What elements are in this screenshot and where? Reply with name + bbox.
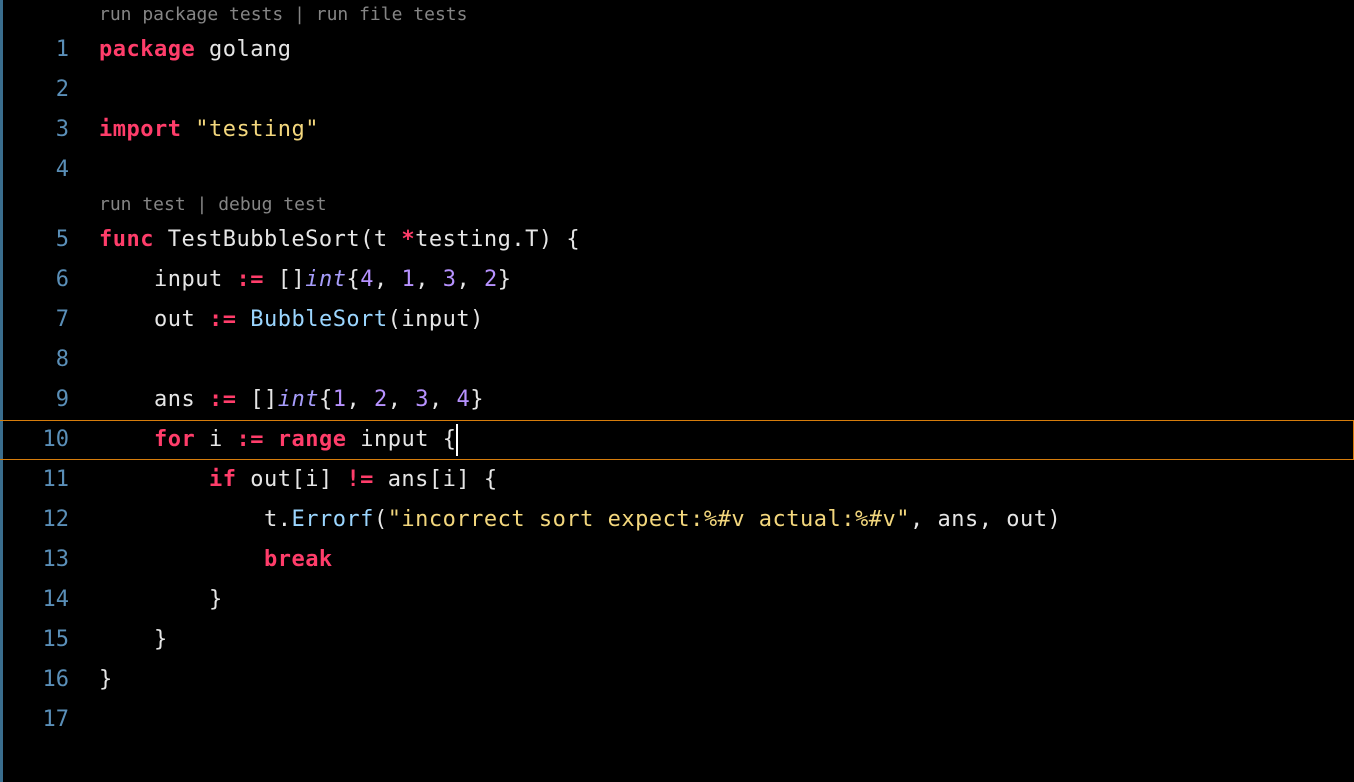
line-number: 8 (3, 340, 69, 380)
run-file-tests-link[interactable]: run file tests (316, 4, 468, 25)
code-line[interactable] (99, 700, 1354, 740)
code-line[interactable]: out := BubbleSort(input) (99, 300, 1354, 340)
line-number: 2 (3, 70, 69, 110)
line-number: 4 (3, 150, 69, 190)
text-cursor (456, 424, 458, 456)
run-test-link[interactable]: run test (99, 194, 186, 215)
codelens-function: run test | debug test (99, 190, 1354, 220)
line-number: 12 (3, 500, 69, 540)
line-number: 16 (3, 660, 69, 700)
line-number: 9 (3, 380, 69, 420)
code-line[interactable]: import "testing" (99, 110, 1354, 150)
run-package-tests-link[interactable]: run package tests (99, 4, 283, 25)
code-line[interactable] (99, 340, 1354, 380)
debug-test-link[interactable]: debug test (218, 194, 326, 215)
line-number: 11 (3, 460, 69, 500)
code-line[interactable]: if out[i] != ans[i] { (99, 460, 1354, 500)
code-line[interactable]: t.Errorf("incorrect sort expect:%#v actu… (99, 500, 1354, 540)
code-line[interactable]: } (99, 660, 1354, 700)
code-line[interactable]: input := []int{4, 1, 3, 2} (99, 260, 1354, 300)
code-line[interactable] (99, 70, 1354, 110)
code-line[interactable]: } (99, 620, 1354, 660)
codelens-package: run package tests | run file tests (99, 0, 1354, 30)
code-line[interactable]: package golang (99, 30, 1354, 70)
code-line[interactable]: } (99, 580, 1354, 620)
line-number: 3 (3, 110, 69, 150)
code-line[interactable]: func TestBubbleSort(t *testing.T) { (99, 220, 1354, 260)
code-content-area[interactable]: run package tests | run file tests packa… (99, 0, 1354, 782)
line-number: 7 (3, 300, 69, 340)
line-number: 17 (3, 700, 69, 740)
line-number: 1 (3, 30, 69, 70)
code-line[interactable]: break (99, 540, 1354, 580)
code-line[interactable] (99, 150, 1354, 190)
code-line[interactable]: ans := []int{1, 2, 3, 4} (99, 380, 1354, 420)
line-number: 6 (3, 260, 69, 300)
code-line-current[interactable]: for i := range input { (0, 420, 1354, 460)
code-editor[interactable]: 1 2 3 4 5 6 7 8 9 10 11 12 13 14 15 16 1… (0, 0, 1354, 782)
line-number: 13 (3, 540, 69, 580)
line-number-gutter: 1 2 3 4 5 6 7 8 9 10 11 12 13 14 15 16 1… (3, 0, 99, 782)
line-number: 15 (3, 620, 69, 660)
line-number: 14 (3, 580, 69, 620)
line-number: 5 (3, 220, 69, 260)
